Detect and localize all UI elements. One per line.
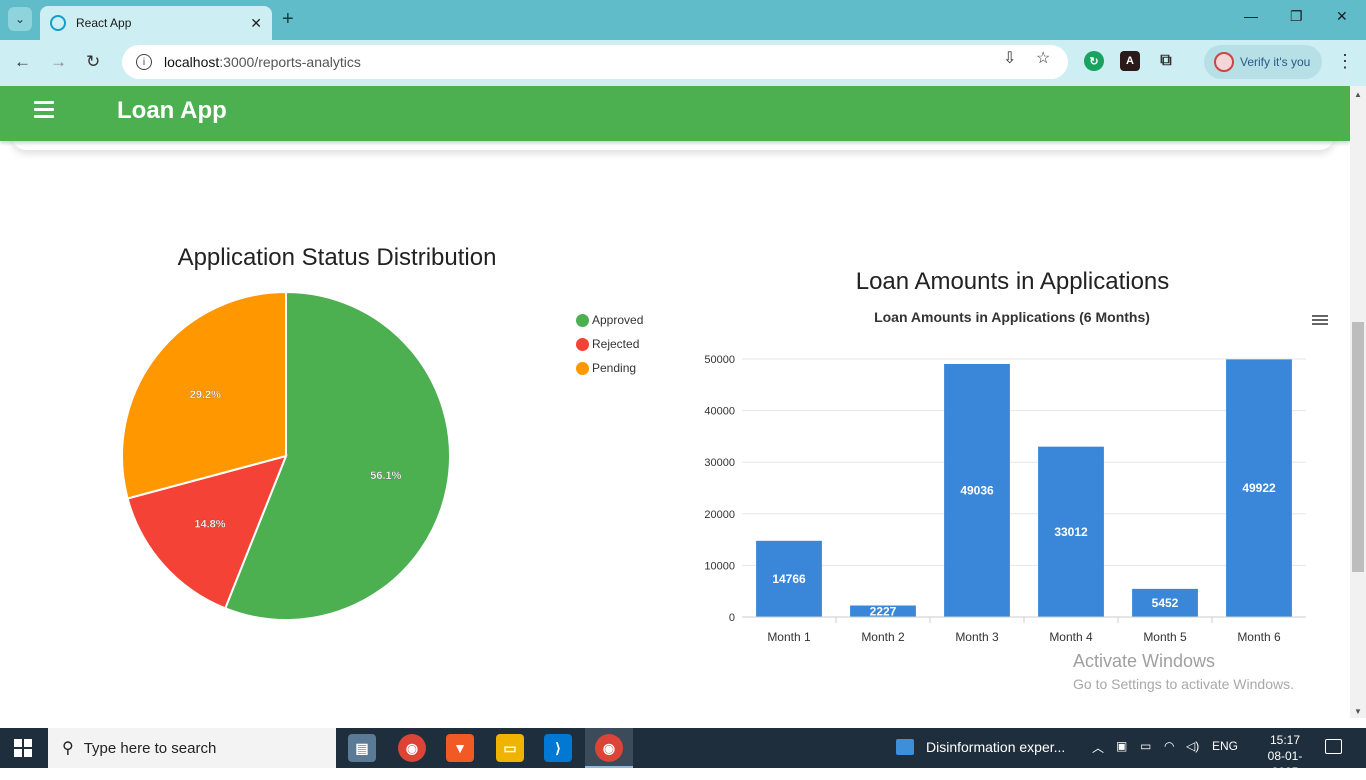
chart-menu-icon[interactable] bbox=[1312, 315, 1328, 325]
chrome-app-icon[interactable]: ◉ bbox=[398, 734, 426, 762]
activate-windows-title: Activate Windows bbox=[1073, 651, 1216, 671]
vscode-app-icon[interactable]: ⟩ bbox=[544, 734, 572, 762]
forward-button[interactable]: → bbox=[50, 52, 67, 72]
taskbar-search-box[interactable]: ⚲ Type here to search bbox=[48, 728, 336, 768]
page-viewport: Loan App Application Status Distribution… bbox=[0, 86, 1350, 718]
profile-verify-button[interactable]: Verify it's you bbox=[1204, 45, 1322, 79]
windows-taskbar: ⚲ Type here to search ▤ ◉ ▼ ▭ ⟩ ◉ Disinf… bbox=[0, 728, 1366, 779]
scroll-down-arrow-icon[interactable]: ▼ bbox=[1354, 707, 1362, 716]
x-tick-label: Month 5 bbox=[1143, 630, 1187, 644]
x-tick-label: Month 6 bbox=[1237, 630, 1281, 644]
news-widget[interactable]: Disinformation exper... bbox=[896, 739, 1065, 755]
pie-label-approved: 56.1% bbox=[370, 470, 401, 482]
notifications-icon[interactable] bbox=[1325, 739, 1342, 754]
install-app-icon[interactable]: ⇩ bbox=[1003, 48, 1016, 68]
y-tick-label: 50000 bbox=[704, 354, 735, 366]
brave-app-icon[interactable]: ▼ bbox=[446, 734, 474, 762]
hamburger-menu-icon[interactable] bbox=[34, 101, 54, 119]
tray-device-icon[interactable]: ▣ bbox=[1116, 739, 1127, 753]
bar-data-label: 2227 bbox=[870, 604, 897, 618]
extensions-puzzle-icon[interactable]: ⧉ bbox=[1156, 51, 1176, 71]
legend-color-swatch bbox=[576, 313, 589, 327]
legend-item-pending[interactable]: Pending bbox=[576, 356, 643, 380]
tray-chevron-icon[interactable]: ︿ bbox=[1092, 739, 1104, 756]
extension-sync-icon[interactable]: ↻ bbox=[1084, 51, 1104, 71]
news-icon bbox=[896, 739, 914, 755]
language-indicator[interactable]: ENG bbox=[1212, 739, 1238, 753]
browser-tab-bar: ⌄ React App ✕ + — ❐ ✕ bbox=[0, 0, 1366, 40]
scroll-up-arrow-icon[interactable]: ▲ bbox=[1354, 90, 1362, 99]
profile-label: Verify it's you bbox=[1240, 55, 1311, 69]
page-scrollbar[interactable]: ▲ ▼ bbox=[1350, 86, 1366, 718]
legend-color-swatch bbox=[576, 337, 589, 351]
browser-tab[interactable]: React App ✕ bbox=[40, 6, 272, 40]
news-text: Disinformation exper... bbox=[926, 739, 1066, 755]
legend-label: Approved bbox=[592, 313, 644, 327]
browser-toolbar: ← → ↻ i localhost:3000/reports-analytics… bbox=[0, 40, 1366, 86]
pie-chart: 56.1% 14.8% 29.2% bbox=[121, 290, 451, 621]
y-tick-label: 0 bbox=[729, 612, 735, 624]
y-tick-label: 40000 bbox=[704, 406, 735, 418]
bar-chart: Loan Amounts in Applications (6 Months) 0… bbox=[704, 309, 1328, 644]
restore-button[interactable]: ❐ bbox=[1290, 8, 1303, 25]
clock-time: 15:17 bbox=[1269, 733, 1301, 747]
tab-close-icon[interactable]: ✕ bbox=[250, 15, 262, 32]
legend-item-approved[interactable]: Approved bbox=[576, 308, 643, 332]
url-path: :3000/reports-analytics bbox=[219, 54, 361, 70]
minimize-button[interactable]: — bbox=[1244, 8, 1258, 24]
bar-data-label: 33012 bbox=[1054, 525, 1088, 539]
app-bar: Loan App bbox=[0, 86, 1350, 141]
bar-data-label: 14766 bbox=[772, 572, 806, 586]
tab-search-button[interactable]: ⌄ bbox=[8, 7, 32, 31]
notepad-app-icon[interactable]: ▤ bbox=[348, 734, 376, 762]
bookmark-star-icon[interactable]: ☆ bbox=[1036, 48, 1050, 68]
search-icon: ⚲ bbox=[62, 740, 74, 757]
active-chrome-app[interactable]: ◉ bbox=[585, 728, 633, 768]
windows-start-icon[interactable] bbox=[14, 739, 32, 757]
battery-icon[interactable]: ▭ bbox=[1140, 739, 1151, 753]
chrome-active-icon: ◉ bbox=[595, 734, 623, 762]
react-favicon-icon bbox=[50, 15, 66, 31]
site-info-icon[interactable]: i bbox=[136, 54, 152, 70]
address-bar[interactable]: i localhost:3000/reports-analytics bbox=[122, 45, 1068, 79]
avatar bbox=[1214, 52, 1234, 72]
bar-data-label: 49922 bbox=[1242, 481, 1276, 495]
y-tick-label: 10000 bbox=[704, 560, 735, 572]
x-tick-label: Month 4 bbox=[1049, 630, 1093, 644]
tab-title: React App bbox=[76, 16, 132, 30]
x-tick-label: Month 1 bbox=[767, 630, 811, 644]
browser-menu-icon[interactable]: ⋮ bbox=[1336, 51, 1354, 72]
back-button[interactable]: ← bbox=[14, 52, 31, 72]
x-tick-label: Month 3 bbox=[955, 630, 999, 644]
y-tick-label: 20000 bbox=[704, 509, 735, 521]
app-title: Loan App bbox=[117, 97, 227, 124]
extension-ai-icon[interactable]: A bbox=[1120, 51, 1140, 71]
x-tick-label: Month 2 bbox=[861, 630, 905, 644]
bar-section-title: Loan Amounts in Applications bbox=[855, 268, 1170, 295]
reload-button[interactable]: ↻ bbox=[86, 52, 100, 72]
legend-color-swatch bbox=[576, 361, 589, 375]
scrollbar-thumb[interactable] bbox=[1352, 322, 1364, 572]
activate-windows-subtitle: Go to Settings to activate Windows. bbox=[1073, 676, 1294, 692]
pie-label-rejected: 14.8% bbox=[194, 519, 225, 531]
clock-date: 08-01-2025 bbox=[1267, 749, 1303, 779]
legend-label: Pending bbox=[592, 361, 637, 375]
wifi-icon[interactable]: ◠ bbox=[1164, 739, 1174, 753]
legend-label: Rejected bbox=[592, 337, 640, 351]
bar-data-label: 5452 bbox=[1152, 596, 1179, 610]
bar-data-label: 49036 bbox=[960, 483, 994, 497]
file-explorer-icon[interactable]: ▭ bbox=[496, 734, 524, 762]
pie-legend: Approved Rejected Pending bbox=[576, 308, 643, 380]
volume-icon[interactable]: ◁) bbox=[1186, 739, 1199, 753]
y-tick-label: 30000 bbox=[704, 457, 735, 469]
new-tab-button[interactable]: + bbox=[282, 8, 294, 31]
close-window-button[interactable]: ✕ bbox=[1336, 8, 1348, 25]
url-host: localhost bbox=[164, 54, 220, 70]
taskbar-clock[interactable]: 15:17 08-01-2025 bbox=[1262, 732, 1308, 780]
pie-label-pending: 29.2% bbox=[190, 389, 221, 401]
taskbar-search-placeholder: Type here to search bbox=[83, 739, 217, 757]
bar-chart-subtitle: Loan Amounts in Applications (6 Months) bbox=[874, 309, 1150, 325]
legend-item-rejected[interactable]: Rejected bbox=[576, 332, 643, 356]
pie-chart-title: Application Status Distribution bbox=[177, 244, 497, 271]
